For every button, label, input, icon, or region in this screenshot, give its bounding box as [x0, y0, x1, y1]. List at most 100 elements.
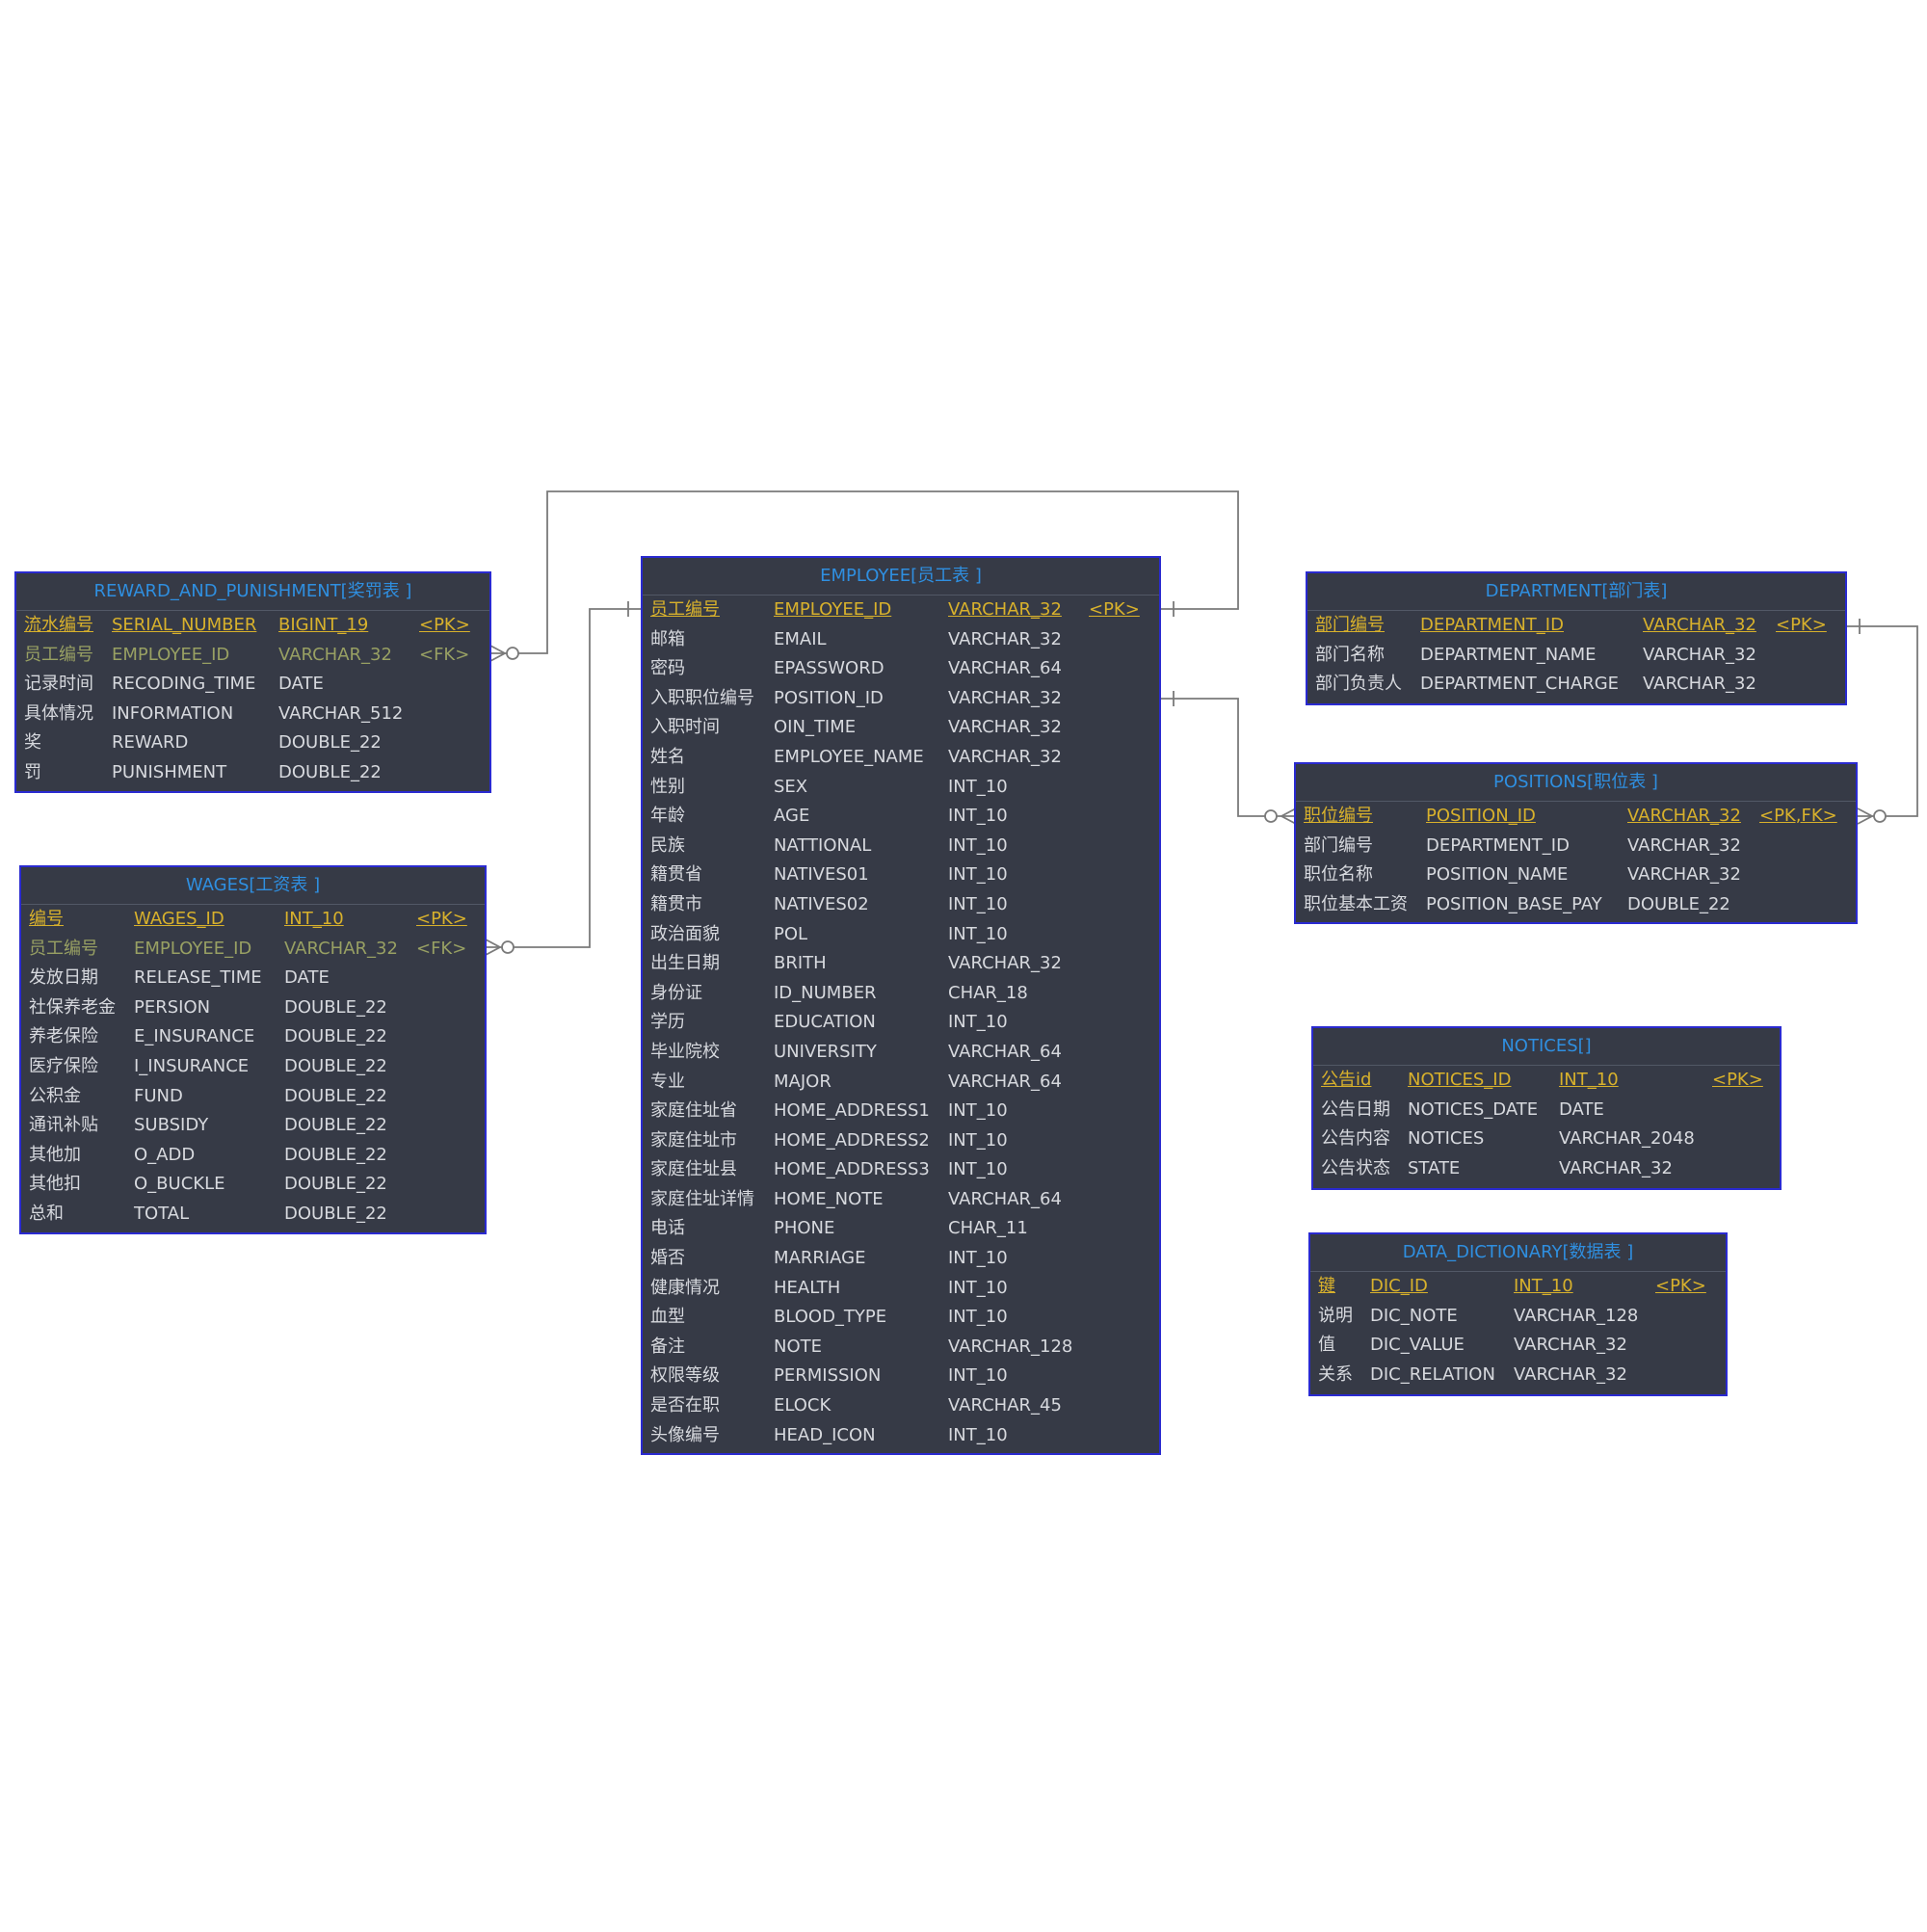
column-row[interactable]: 公告状态 STATE VARCHAR_32 — [1313, 1154, 1780, 1184]
column-name: DIC_ID — [1370, 1276, 1428, 1296]
column-type: BIGINT_19 — [278, 615, 369, 635]
column-row[interactable]: 民族 NATTIONAL INT_10 — [643, 832, 1159, 861]
relationship-employee-positions[interactable] — [1161, 691, 1297, 825]
column-type: INT_10 — [948, 1277, 1008, 1298]
column-row[interactable]: 出生日期 BRITH VARCHAR_32 — [643, 949, 1159, 979]
column-row[interactable]: 奖 REWARD DOUBLE_22 — [16, 728, 489, 758]
column-row[interactable]: 公告日期 NOTICES_DATE DATE — [1313, 1096, 1780, 1125]
column-type: VARCHAR_2048 — [1559, 1128, 1695, 1150]
column-row[interactable]: 员工编号 EMPLOYEE_ID VARCHAR_32 <PK> — [643, 595, 1159, 625]
column-row[interactable]: 毕业院校 UNIVERSITY VARCHAR_64 — [643, 1038, 1159, 1068]
column-row[interactable]: 家庭住址县 HOME_ADDRESS3 INT_10 — [643, 1155, 1159, 1185]
column-row[interactable]: 入职职位编号 POSITION_ID VARCHAR_32 — [643, 684, 1159, 714]
column-row[interactable]: 部门编号 DEPARTMENT_ID VARCHAR_32 — [1296, 832, 1856, 861]
column-label: 员工编号 — [29, 938, 98, 959]
column-row[interactable]: 具体情况 INFORMATION VARCHAR_512 — [16, 700, 489, 729]
column-row[interactable]: 学历 EDUCATION INT_10 — [643, 1008, 1159, 1038]
column-row[interactable]: 血型 BLOOD_TYPE INT_10 — [643, 1303, 1159, 1333]
column-row[interactable]: 婚否 MARRIAGE INT_10 — [643, 1244, 1159, 1274]
column-row[interactable]: 流水编号 SERIAL_NUMBER BIGINT_19 <PK> — [16, 611, 489, 641]
column-row[interactable]: 姓名 EMPLOYEE_NAME VARCHAR_32 — [643, 743, 1159, 773]
column-type: VARCHAR_32 — [1627, 864, 1741, 886]
column-type: VARCHAR_128 — [1514, 1305, 1639, 1326]
entity-positions[interactable]: POSITIONS[职位表 ] 职位编号 POSITION_ID VARCHAR_3… — [1294, 762, 1858, 924]
column-row[interactable]: 键 DIC_ID INT_10 <PK> — [1310, 1272, 1726, 1302]
entity-notices[interactable]: NOTICES[] 公告id NOTICES_ID INT_10 <PK> 公告日期 NO… — [1311, 1026, 1782, 1190]
column-row[interactable]: 职位基本工资 POSITION_BASE_PAY DOUBLE_22 — [1296, 890, 1856, 920]
column-name: PERMISSION — [774, 1365, 882, 1387]
entity-title: WAGES[工资表 ] — [21, 867, 485, 905]
column-row[interactable]: 身份证 ID_NUMBER CHAR_18 — [643, 979, 1159, 1009]
entity-data-dictionary[interactable]: DATA_DICTIONARY[数据表 ] 键 DIC_ID INT_10 <PK> 说… — [1308, 1232, 1728, 1396]
column-row[interactable]: 权限等级 PERMISSION INT_10 — [643, 1362, 1159, 1391]
column-row[interactable]: 社保养老金 PERSION DOUBLE_22 — [21, 993, 485, 1023]
column-label: 邮箱 — [650, 628, 685, 649]
column-row[interactable]: 年龄 AGE INT_10 — [643, 802, 1159, 832]
column-row[interactable]: 性别 SEX INT_10 — [643, 773, 1159, 803]
column-row[interactable]: 罚 PUNISHMENT DOUBLE_22 — [16, 758, 489, 788]
column-row[interactable]: 其他加 O_ADD DOUBLE_22 — [21, 1141, 485, 1171]
column-row[interactable]: 籍贯市 NATIVES02 INT_10 — [643, 890, 1159, 920]
column-row[interactable]: 职位编号 POSITION_ID VARCHAR_32 <PK,FK> — [1296, 802, 1856, 832]
column-type: DOUBLE_22 — [284, 1026, 387, 1047]
column-row[interactable]: 健康情况 HEALTH INT_10 — [643, 1274, 1159, 1304]
column-row[interactable]: 医疗保险 I_INSURANCE DOUBLE_22 — [21, 1052, 485, 1082]
column-type: INT_10 — [948, 923, 1008, 944]
column-row[interactable]: 头像编号 HEAD_ICON INT_10 — [643, 1421, 1159, 1451]
column-row[interactable]: 部门编号 DEPARTMENT_ID VARCHAR_32 <PK> — [1307, 611, 1845, 641]
column-row[interactable]: 通讯补贴 SUBSIDY DOUBLE_22 — [21, 1111, 485, 1141]
column-type: VARCHAR_32 — [1559, 1157, 1673, 1178]
column-row[interactable]: 家庭住址市 HOME_ADDRESS2 INT_10 — [643, 1126, 1159, 1156]
column-type: INT_10 — [1514, 1276, 1573, 1296]
column-row[interactable]: 密码 EPASSWORD VARCHAR_64 — [643, 654, 1159, 684]
column-type: VARCHAR_32 — [1514, 1335, 1627, 1356]
column-label: 电话 — [650, 1218, 685, 1239]
column-row[interactable]: 职位名称 POSITION_NAME VARCHAR_32 — [1296, 860, 1856, 890]
column-name: E_INSURANCE — [134, 1026, 255, 1047]
column-row[interactable]: 备注 NOTE VARCHAR_128 — [643, 1333, 1159, 1363]
column-key: <PK> — [1655, 1276, 1706, 1296]
column-row[interactable]: 电话 PHONE CHAR_11 — [643, 1214, 1159, 1244]
column-row[interactable]: 家庭住址详情 HOME_NOTE VARCHAR_64 — [643, 1185, 1159, 1215]
column-label: 键 — [1318, 1276, 1335, 1296]
column-row[interactable]: 籍贯省 NATIVES01 INT_10 — [643, 860, 1159, 890]
column-name: NOTE — [774, 1336, 823, 1357]
column-row[interactable]: 是否在职 ELOCK VARCHAR_45 — [643, 1391, 1159, 1421]
column-row[interactable]: 说明 DIC_NOTE VARCHAR_128 — [1310, 1302, 1726, 1332]
column-row[interactable]: 其他扣 O_BUCKLE DOUBLE_22 — [21, 1170, 485, 1200]
column-row[interactable]: 入职时间 OIN_TIME VARCHAR_32 — [643, 713, 1159, 743]
column-key: <PK> — [419, 615, 470, 635]
column-type: CHAR_18 — [948, 982, 1028, 1003]
column-row[interactable]: 员工编号 EMPLOYEE_ID VARCHAR_32 <FK> — [21, 935, 485, 965]
column-type: INT_10 — [948, 864, 1008, 886]
column-row[interactable]: 公告id NOTICES_ID INT_10 <PK> — [1313, 1066, 1780, 1096]
entity-title: EMPLOYEE[员工表 ] — [643, 558, 1159, 595]
column-row[interactable]: 家庭住址省 HOME_ADDRESS1 INT_10 — [643, 1097, 1159, 1126]
column-row[interactable]: 部门名称 DEPARTMENT_NAME VARCHAR_32 — [1307, 641, 1845, 671]
entity-reward-and-punishment[interactable]: REWARD_AND_PUNISHMENT[奖罚表 ] 流水编号 SERIAL_N… — [14, 571, 491, 793]
column-row[interactable]: 养老保险 E_INSURANCE DOUBLE_22 — [21, 1022, 485, 1052]
column-row[interactable]: 专业 MAJOR VARCHAR_64 — [643, 1068, 1159, 1098]
column-row[interactable]: 公告内容 NOTICES VARCHAR_2048 — [1313, 1125, 1780, 1154]
column-row[interactable]: 发放日期 RELEASE_TIME DATE — [21, 964, 485, 993]
entity-department[interactable]: DEPARTMENT[部门表] 部门编号 DEPARTMENT_ID VARCHAR… — [1306, 571, 1847, 705]
column-label: 籍贯省 — [650, 864, 702, 886]
column-label: 血型 — [650, 1307, 685, 1328]
column-name: EMPLOYEE_ID — [774, 599, 892, 620]
column-name: EPASSWORD — [774, 658, 884, 679]
entity-employee[interactable]: EMPLOYEE[员工表 ] 员工编号 EMPLOYEE_ID VARCHAR_32… — [641, 556, 1161, 1455]
column-row[interactable]: 编号 WAGES_ID INT_10 <PK> — [21, 905, 485, 935]
entity-wages[interactable]: WAGES[工资表 ] 编号 WAGES_ID INT_10 <PK> 员工编号 EMPL… — [19, 865, 487, 1234]
column-row[interactable]: 总和 TOTAL DOUBLE_22 — [21, 1200, 485, 1230]
column-row[interactable]: 关系 DIC_RELATION VARCHAR_32 — [1310, 1361, 1726, 1390]
column-row[interactable]: 公积金 FUND DOUBLE_22 — [21, 1082, 485, 1112]
column-row[interactable]: 政治面貌 POL INT_10 — [643, 920, 1159, 950]
column-row[interactable]: 部门负责人 DEPARTMENT_CHARGE VARCHAR_32 — [1307, 670, 1845, 700]
entity-columns: 员工编号 EMPLOYEE_ID VARCHAR_32 <PK> 邮箱 EMAIL VARC… — [643, 595, 1159, 1450]
column-row[interactable]: 邮箱 EMAIL VARCHAR_32 — [643, 625, 1159, 655]
column-row[interactable]: 员工编号 EMPLOYEE_ID VARCHAR_32 <FK> — [16, 641, 489, 671]
column-name: ELOCK — [774, 1395, 832, 1416]
column-row[interactable]: 值 DIC_VALUE VARCHAR_32 — [1310, 1331, 1726, 1361]
column-name: INFORMATION — [112, 702, 234, 724]
column-row[interactable]: 记录时间 RECODING_TIME DATE — [16, 670, 489, 700]
